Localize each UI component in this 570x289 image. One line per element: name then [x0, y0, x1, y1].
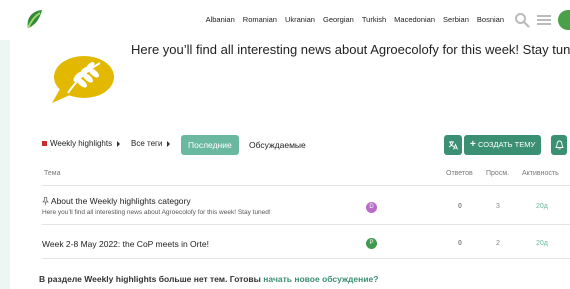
- topic-navigation: Weekly highlights Все теги Последние Обс…: [42, 135, 570, 157]
- translate-button[interactable]: [444, 135, 462, 155]
- notifications-button[interactable]: [551, 135, 567, 155]
- caret-right-icon: [117, 140, 121, 147]
- lang-link-turkish[interactable]: Turkish: [362, 15, 386, 24]
- bell-icon: [554, 140, 564, 150]
- activity-time[interactable]: 20д: [536, 240, 548, 247]
- site-logo[interactable]: [24, 8, 46, 30]
- column-topic[interactable]: Тема: [44, 170, 60, 177]
- tags-dropdown-label: Все теги: [131, 139, 163, 148]
- lang-link-ukranian[interactable]: Ukranian: [285, 15, 315, 24]
- topic-title[interactable]: Week 2-8 May 2022: the CoP meets in Orte…: [42, 239, 209, 249]
- category-dropdown[interactable]: Weekly highlights: [42, 139, 121, 148]
- topic-row[interactable]: About the Weekly highlights category Her…: [42, 188, 570, 225]
- start-new-discussion-link[interactable]: начать новое обсуждение?: [263, 274, 378, 284]
- lang-link-georgian[interactable]: Georgian: [323, 15, 354, 24]
- lang-link-romanian[interactable]: Romanian: [243, 15, 277, 24]
- column-activity[interactable]: Активность: [522, 170, 559, 177]
- views-count: 2: [496, 240, 500, 247]
- poster-avatar[interactable]: P: [366, 238, 377, 249]
- create-topic-label: СОЗДАТЬ ТЕМУ: [477, 140, 536, 149]
- column-views[interactable]: Просм.: [486, 170, 509, 177]
- poster-avatar[interactable]: D: [366, 202, 377, 213]
- topic-excerpt: Here you’ll find all interesting news ab…: [42, 209, 271, 216]
- lang-link-bosnian[interactable]: Bosnian: [477, 15, 504, 24]
- topic-title[interactable]: About the Weekly highlights category: [42, 196, 191, 206]
- no-more-topics-message: В разделе Weekly highlights больше нет т…: [39, 274, 378, 284]
- hamburger-menu-icon[interactable]: [536, 12, 552, 28]
- category-color-square: [42, 141, 47, 146]
- category-dropdown-label: Weekly highlights: [50, 139, 113, 148]
- lang-link-serbian[interactable]: Serbian: [443, 15, 469, 24]
- wheat-speech-bubble-logo: [52, 56, 114, 103]
- header-icons: [514, 10, 570, 30]
- caret-right-icon: [167, 140, 171, 147]
- language-links: Albanian Romanian Ukranian Georgian Turk…: [206, 15, 504, 24]
- tab-top[interactable]: Обсуждаемые: [249, 140, 306, 150]
- category-description: Here you’ll find all interesting news ab…: [131, 42, 570, 57]
- lang-link-albanian[interactable]: Albanian: [206, 15, 235, 24]
- translate-icon: [448, 141, 458, 150]
- replies-count: 0: [458, 203, 462, 210]
- tags-dropdown[interactable]: Все теги: [131, 139, 171, 148]
- column-replies[interactable]: Ответов: [446, 170, 473, 177]
- topic-title-text: About the Weekly highlights category: [50, 196, 191, 206]
- plus-icon: +: [470, 139, 476, 150]
- pin-icon: [42, 197, 49, 205]
- site-header: Albanian Romanian Ukranian Georgian Turk…: [0, 0, 570, 40]
- activity-time[interactable]: 20д: [536, 203, 548, 210]
- left-edge-panel: [0, 40, 10, 289]
- search-icon[interactable]: [514, 12, 530, 28]
- no-more-topics-text: В разделе Weekly highlights больше нет т…: [39, 274, 261, 284]
- topic-row[interactable]: Week 2-8 May 2022: the CoP meets in Orte…: [42, 226, 570, 259]
- create-topic-button[interactable]: + СОЗДАТЬ ТЕМУ: [464, 135, 542, 155]
- replies-count: 0: [458, 240, 462, 247]
- lang-link-macedonian[interactable]: Macedonian: [394, 15, 435, 24]
- views-count: 3: [496, 203, 500, 210]
- topic-list-header: Тема Ответов Просм. Активность: [42, 168, 570, 186]
- user-avatar[interactable]: [558, 10, 570, 30]
- tab-latest[interactable]: Последние: [181, 135, 239, 155]
